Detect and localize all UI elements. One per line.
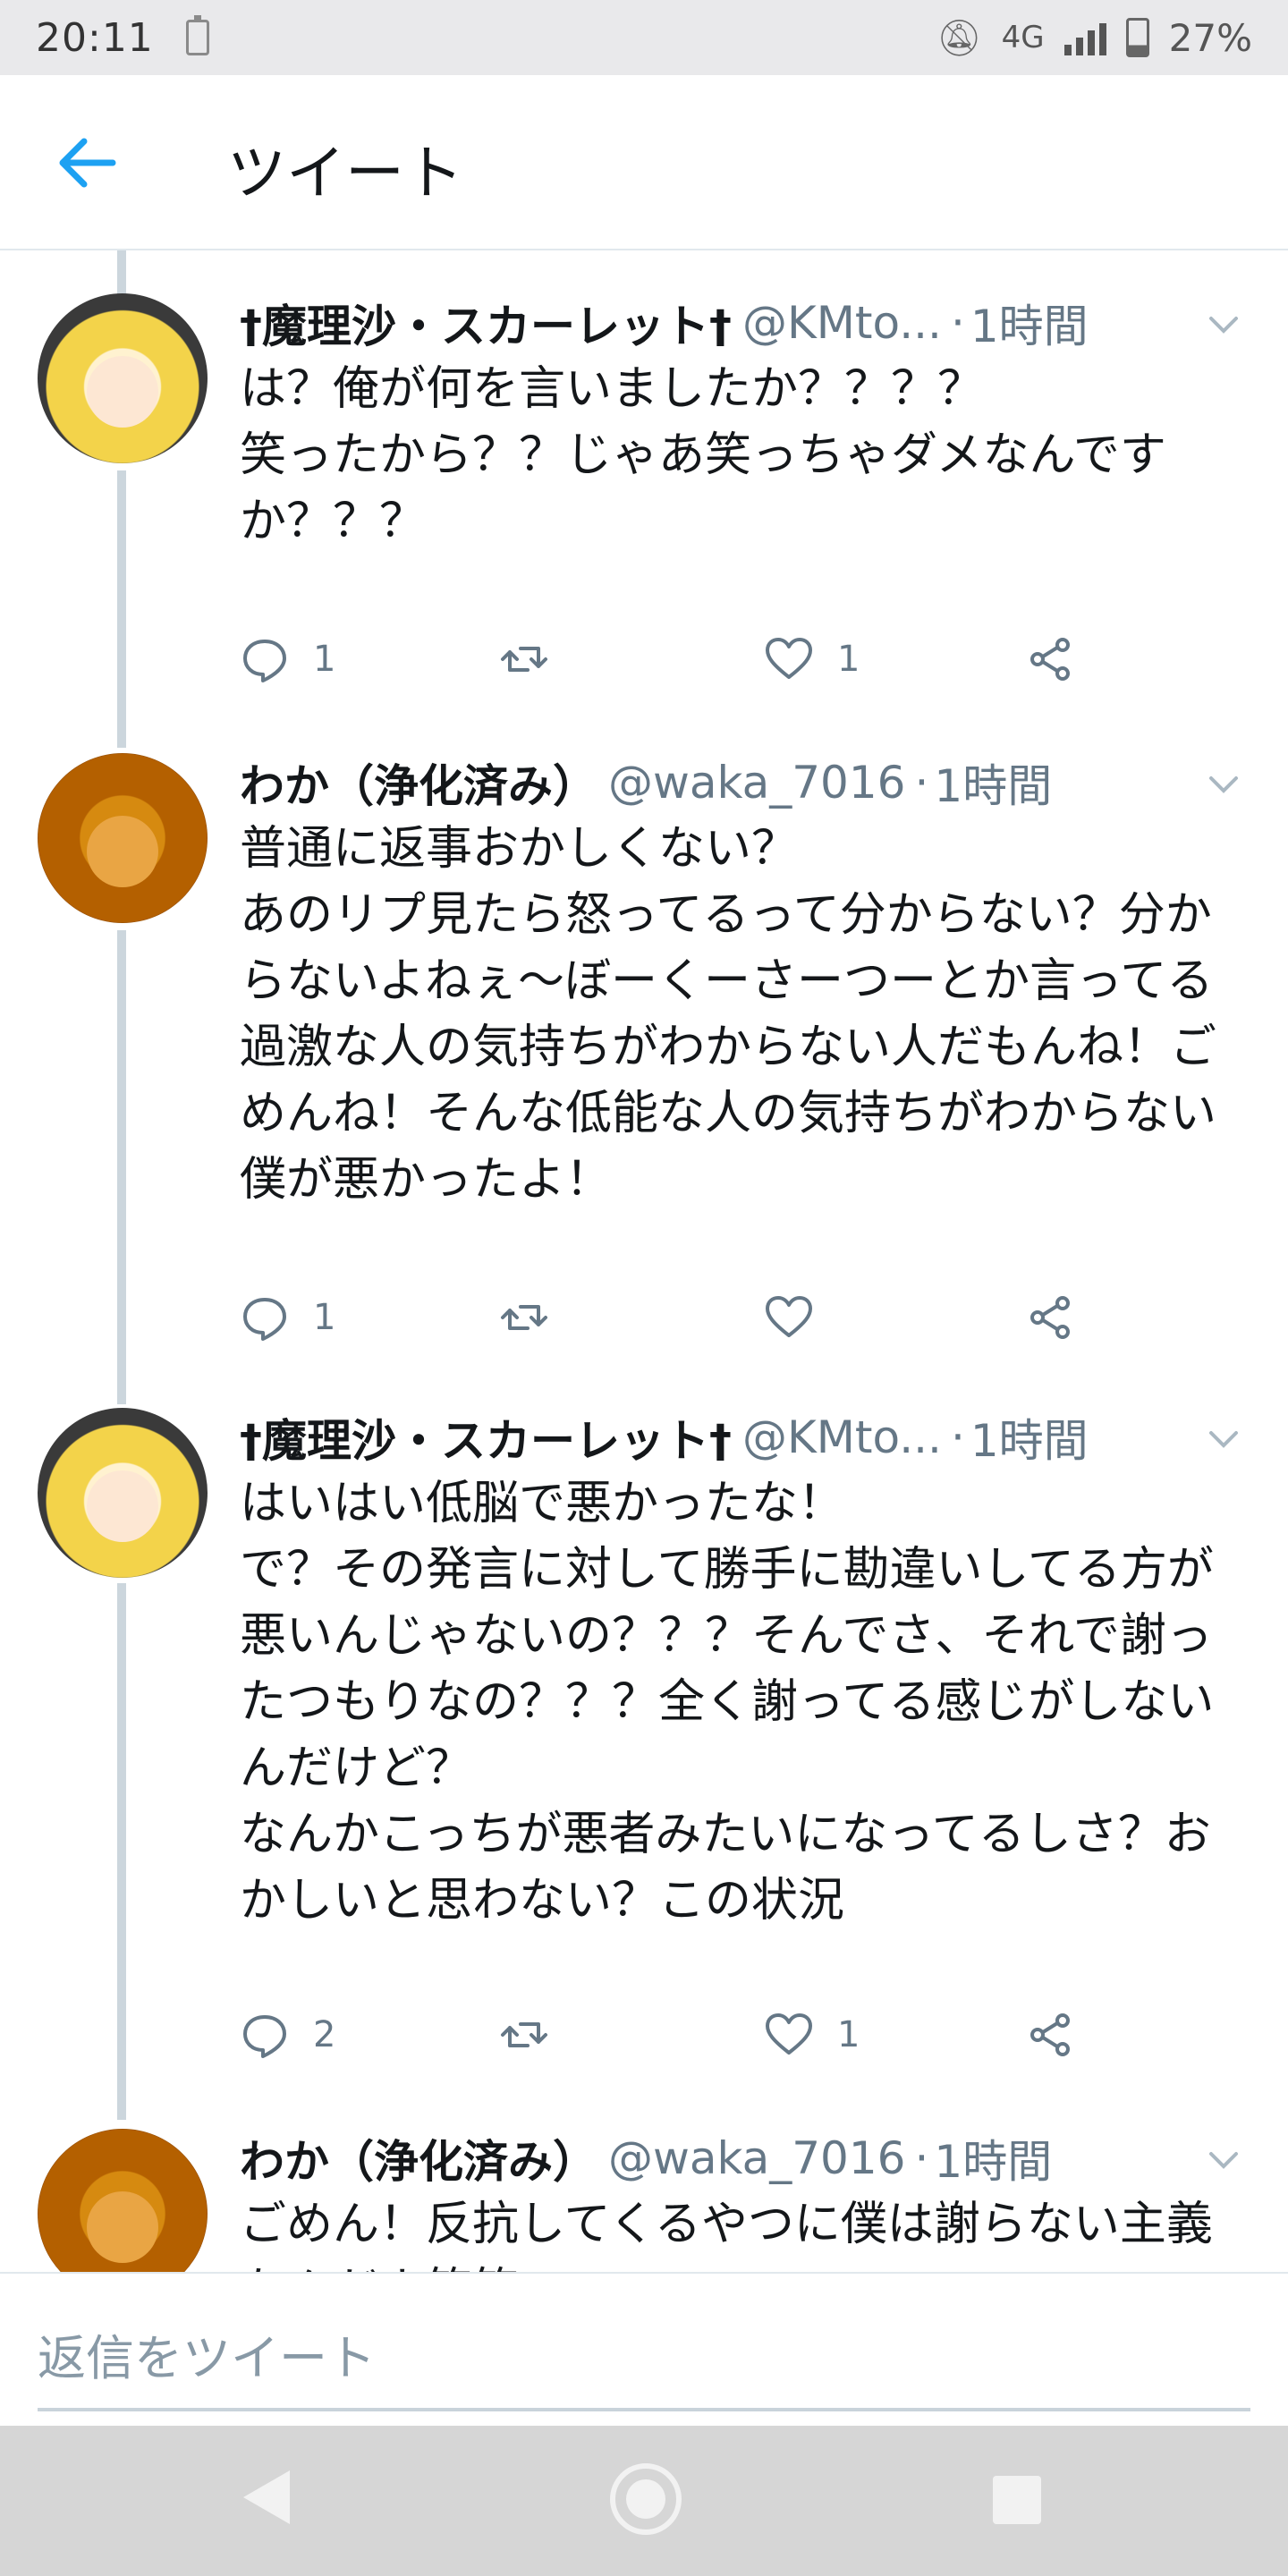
nav-back-icon[interactable] (243, 2470, 290, 2524)
tweet-text: はいはい低脳で悪かったな！ で？その発言に対して勝手に勘違いしてる方が悪いんじゃ… (240, 1477, 1215, 1928)
like-count: 1 (837, 639, 860, 680)
display-name[interactable]: わか（浄化済み） (240, 2127, 597, 2190)
system-nav-bar (0, 2426, 1288, 2576)
tweet-time[interactable]: 1時間 (934, 750, 1052, 815)
avatar-face (87, 356, 158, 428)
avatar-face (87, 816, 158, 887)
display-name[interactable]: †魔理沙・スカーレット† (240, 291, 732, 355)
retweet-button[interactable] (499, 1286, 572, 1349)
heart-icon (766, 1296, 812, 1337)
user-handle[interactable]: @waka_7016 (608, 757, 906, 809)
retweet-icon (501, 647, 547, 672)
retweet-icon (501, 1305, 547, 1330)
reply-button[interactable]: 2 (240, 2004, 335, 2066)
chevron-down-icon[interactable] (1206, 311, 1241, 338)
reply-button[interactable]: 1 (240, 628, 335, 691)
reply-count: 2 (313, 2014, 336, 2055)
retweet-icon (501, 2022, 547, 2047)
tweet-text: ごめん！反抗してくるやつに僕は謝らない主義なんだよ笑笑 (240, 2198, 1213, 2272)
reply-button[interactable]: 1 (240, 1286, 335, 1349)
tweet-text: は？俺が何を言いましたか？？？？ 笑ったから？？じゃあ笑っちゃダメなんですか？？… (240, 362, 1166, 548)
avatar-face (87, 2191, 158, 2263)
status-time: 20:11 (36, 14, 154, 61)
display-name[interactable]: †魔理沙・スカーレット† (240, 1405, 732, 1470)
chevron-down-icon[interactable] (1206, 771, 1241, 798)
reply-input[interactable]: 返信をツイート (38, 2318, 376, 2389)
thread-line (117, 1583, 126, 2120)
avatar[interactable] (38, 293, 208, 463)
avatar[interactable] (38, 1408, 208, 1578)
status-right: 🔕︎ 4G 27% (936, 16, 1252, 60)
display-name[interactable]: わか（浄化済み） (240, 750, 597, 815)
avatar[interactable] (38, 753, 208, 923)
tweet-header: †魔理沙・スカーレット† @KMto... · 1時間 (240, 292, 1241, 354)
tweet-actions: 1 1 (240, 628, 1098, 691)
like-button[interactable]: 1 (764, 2004, 860, 2066)
separator-dot: · (914, 2132, 929, 2184)
heart-icon (766, 638, 812, 679)
thread-line (117, 250, 126, 295)
separator-dot: · (950, 1411, 965, 1463)
tweet-header: †魔理沙・スカーレット† @KMto... · 1時間 (240, 1406, 1241, 1469)
thread-line (117, 930, 126, 1404)
retweet-button[interactable] (499, 628, 572, 691)
thread-line (117, 470, 126, 748)
tweet-header: わか（浄化済み） @waka_7016 · 1時間 (240, 751, 1241, 814)
app-header: ツイート (0, 75, 1288, 250)
arrow-left-icon[interactable] (55, 134, 118, 191)
tweet-time[interactable]: 1時間 (970, 1405, 1089, 1470)
avatar-face (87, 1470, 158, 1542)
reply-icon (243, 1298, 286, 1341)
tweet-header: わか（浄化済み） @waka_7016 · 1時間 (240, 2127, 1241, 2190)
share-icon (1030, 1296, 1070, 1339)
share-button[interactable] (1025, 628, 1075, 691)
reply-bar: 返信をツイート (0, 2272, 1288, 2422)
do-not-disturb-icon: 🔕︎ (936, 17, 982, 59)
tweet[interactable]: わか（浄化済み） @waka_7016 · 1時間 ごめん！反抗してくるやつに僕… (0, 2127, 1288, 2272)
chevron-down-icon[interactable] (1206, 1426, 1241, 1453)
like-count: 1 (837, 2014, 860, 2055)
tweet-time[interactable]: 1時間 (970, 291, 1089, 355)
reply-count: 1 (313, 1297, 336, 1338)
retweet-button[interactable] (499, 2004, 572, 2066)
charging-battery-icon (185, 15, 209, 55)
share-icon (1030, 2013, 1070, 2056)
share-icon (1030, 638, 1070, 681)
user-handle[interactable]: @KMto... (742, 297, 942, 349)
status-bar: 20:11 🔕︎ 4G 27% (0, 0, 1288, 75)
separator-dot: · (914, 757, 929, 809)
nav-home-icon[interactable] (610, 2463, 682, 2535)
battery-icon (1125, 18, 1149, 57)
separator-dot: · (950, 297, 965, 349)
reply-input-underline (38, 2408, 1250, 2411)
like-button[interactable] (764, 1286, 837, 1349)
chevron-down-icon[interactable] (1206, 2147, 1241, 2174)
reply-icon (243, 640, 286, 682)
network-type: 4G (1001, 20, 1045, 55)
signal-icon (1063, 20, 1106, 55)
battery-percent: 27% (1168, 15, 1252, 60)
heart-icon (766, 2013, 812, 2055)
reply-icon (243, 2015, 286, 2058)
tweet-text: 普通に返事おかしくない？ あのリプ見たら怒ってるって分からない？分からないよねぇ… (240, 822, 1217, 1207)
share-button[interactable] (1025, 1286, 1075, 1349)
user-handle[interactable]: @KMto... (742, 1411, 942, 1463)
tweet-actions: 2 1 (240, 2004, 1098, 2066)
user-handle[interactable]: @waka_7016 (608, 2132, 906, 2184)
reply-count: 1 (313, 639, 336, 680)
nav-recents-icon[interactable] (993, 2476, 1041, 2524)
like-button[interactable]: 1 (764, 628, 860, 691)
avatar[interactable] (38, 2129, 208, 2272)
share-button[interactable] (1025, 2004, 1075, 2066)
page-title: ツイート (227, 139, 463, 208)
tweet-actions: 1 (240, 1286, 1098, 1349)
tweet-time[interactable]: 1時間 (934, 2127, 1052, 2190)
